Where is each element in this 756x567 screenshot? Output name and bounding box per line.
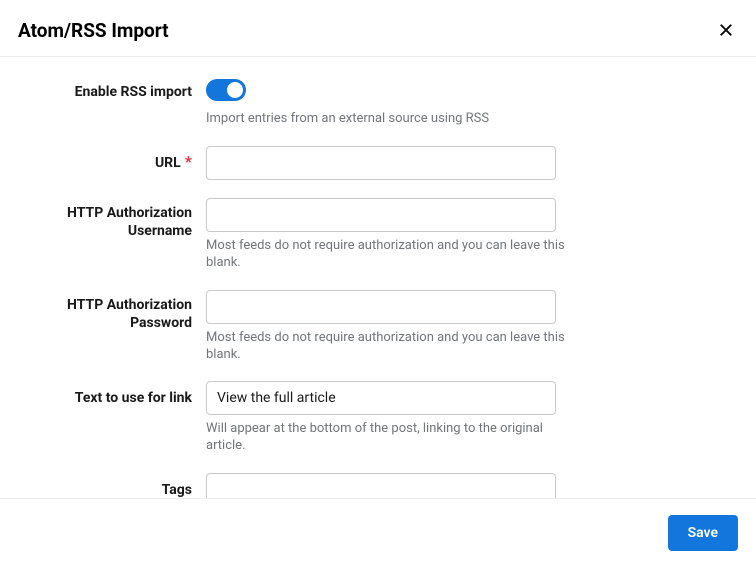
modal-title: Atom/RSS Import — [18, 19, 169, 42]
enable-rss-row: Enable RSS import Import entries from an… — [18, 79, 738, 128]
http-user-label: HTTP Authorization Username — [18, 204, 192, 240]
http-user-input[interactable] — [206, 198, 556, 232]
http-user-help: Most feeds do not require authorization … — [206, 238, 566, 272]
tags-label: Tags — [162, 481, 192, 498]
http-pass-help: Most feeds do not require authorization … — [206, 330, 566, 364]
http-pass-row: HTTP Authorization Password Most feeds d… — [18, 290, 738, 364]
tags-input[interactable] — [206, 473, 556, 498]
link-text-help: Will appear at the bottom of the post, l… — [206, 421, 566, 455]
atom-rss-import-modal: Atom/RSS Import Enable RSS import Import… — [0, 0, 756, 567]
modal-footer: Save — [0, 498, 756, 567]
link-text-row: Text to use for link Will appear at the … — [18, 381, 738, 455]
modal-body: Enable RSS import Import entries from an… — [0, 57, 756, 498]
http-pass-label: HTTP Authorization Password — [18, 296, 192, 332]
link-text-input[interactable] — [206, 381, 556, 415]
tags-row: Tags Type tags separated by commas. — [18, 473, 738, 498]
url-input[interactable] — [206, 146, 556, 180]
modal-header: Atom/RSS Import — [0, 0, 756, 57]
enable-rss-label: Enable RSS import — [75, 83, 192, 101]
url-row: URL* — [18, 146, 738, 180]
http-pass-input[interactable] — [206, 290, 556, 324]
close-button[interactable] — [714, 18, 738, 42]
required-indicator: * — [185, 152, 192, 171]
toggle-knob — [227, 82, 243, 98]
enable-rss-toggle[interactable] — [206, 79, 246, 101]
enable-rss-help: Import entries from an external source u… — [206, 111, 566, 128]
link-text-label: Text to use for link — [75, 389, 192, 407]
url-label: URL — [155, 154, 181, 172]
http-user-row: HTTP Authorization Username Most feeds d… — [18, 198, 738, 272]
save-button[interactable]: Save — [668, 515, 738, 551]
close-icon — [717, 21, 735, 39]
